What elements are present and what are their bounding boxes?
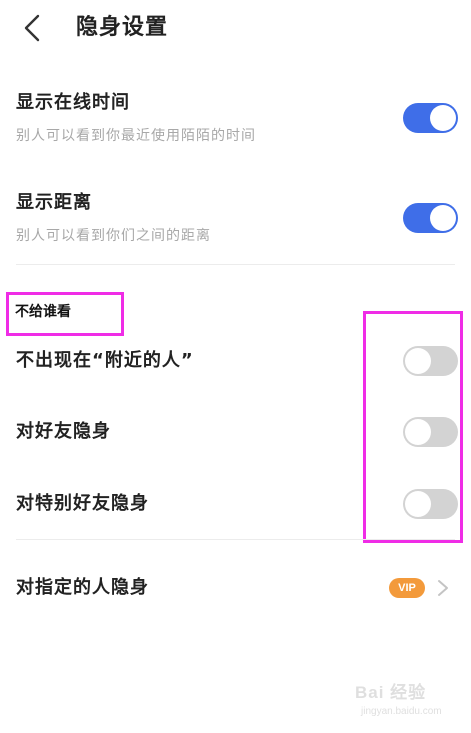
vip-badge: VIP [389,578,425,598]
online-time-toggle[interactable] [403,103,458,133]
toggle-knob [430,205,456,231]
setting-row-nearby: 不出现在“附近的人” [0,346,471,376]
watermark-brand: Bai 经验 [355,683,427,702]
setting-title: 不出现在“附近的人” [16,350,194,371]
setting-subtitle: 别人可以看到你们之间的距离 [16,228,211,244]
toggle-knob [405,348,431,374]
toggle-knob [430,105,456,131]
page-title: 隐身设置 [76,15,169,40]
header-bar: 隐身设置 [0,0,471,58]
setting-row-online-time: 显示在线时间 别人可以看到你最近使用陌陌的时间 [0,90,471,160]
setting-row-distance: 显示距离 别人可以看到你们之间的距离 [0,190,471,260]
setting-title: 对指定的人隐身 [16,577,149,598]
nearby-toggle[interactable] [403,346,458,376]
setting-subtitle: 别人可以看到你最近使用陌陌的时间 [16,128,256,144]
special-friends-toggle[interactable] [403,489,458,519]
back-button[interactable] [14,10,50,46]
baidu-watermark: Bai 经验 jingyan.baidu.com [355,676,463,726]
friends-toggle[interactable] [403,417,458,447]
watermark-url: jingyan.baidu.com [361,706,442,717]
toggle-knob [405,419,431,445]
divider [16,539,455,540]
section-label: 不给谁看 [15,304,71,320]
divider [16,264,455,265]
setting-row-friends: 对好友隐身 [0,417,471,447]
toggle-knob [405,491,431,517]
setting-row-special-friends: 对特别好友隐身 [0,489,471,519]
setting-title: 对好友隐身 [16,421,111,442]
setting-title: 显示距离 [16,192,92,213]
chevron-right-icon [438,580,448,596]
setting-title: 对特别好友隐身 [16,493,149,514]
distance-toggle[interactable] [403,203,458,233]
setting-title: 显示在线时间 [16,92,130,113]
chevron-left-icon [24,14,40,42]
